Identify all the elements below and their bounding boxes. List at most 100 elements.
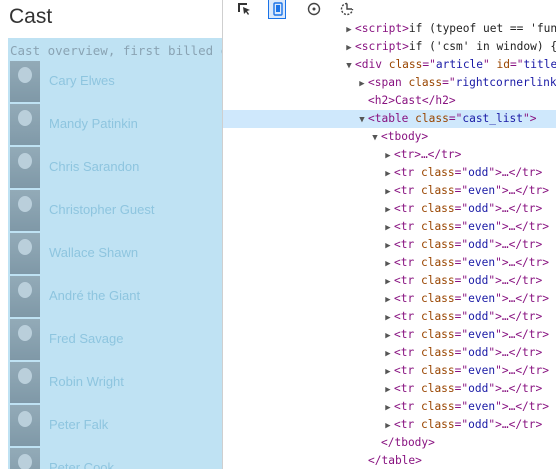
dom-node[interactable]: ▶ <tr class="even">…</tr> (223, 362, 556, 380)
attr-eq: =" (454, 310, 469, 323)
expand-closed-icon[interactable]: ▶ (382, 255, 394, 273)
dom-node[interactable]: </table> (223, 452, 556, 469)
dom-node[interactable]: ▶ <tr class="even">…</tr> (223, 254, 556, 272)
node-markup: </table> (368, 454, 422, 467)
actor-name-link[interactable]: Chris Sarandon (49, 159, 139, 174)
attr-value: article (435, 58, 484, 71)
attr-value: odd (468, 382, 489, 395)
node-tag: <tr (394, 292, 415, 305)
dom-node[interactable]: ▶ <tr class="odd">…</tr> (223, 236, 556, 254)
attr-name: class (420, 256, 455, 269)
attr-value: even (468, 400, 496, 413)
expand-closed-icon[interactable]: ▶ (382, 309, 394, 327)
memory-icon[interactable] (338, 0, 356, 18)
device-toolbar-icon[interactable] (268, 0, 286, 19)
actor-name-link[interactable]: Fred Savage (49, 331, 123, 346)
dom-node[interactable]: ▶<span class="rightcornerlink" (223, 74, 556, 92)
dom-node[interactable]: ▼<div class="article" id="title" (223, 56, 556, 74)
attr-name: class (420, 274, 455, 287)
dom-node[interactable]: ▶ <tr class="even">…</tr> (223, 182, 556, 200)
expand-open-icon[interactable]: ▼ (356, 111, 368, 129)
attr-quote: " (495, 256, 502, 269)
dom-node[interactable]: </tbody> (223, 434, 556, 452)
cast-row: Peter Falk (8, 405, 222, 448)
cast-row: Wallace Shawn (8, 233, 222, 276)
actor-photo[interactable] (10, 319, 40, 360)
expand-closed-icon[interactable]: ▶ (382, 363, 394, 381)
node-tag-close: >…</tr> (495, 310, 543, 323)
dom-node[interactable]: ▶ <tr class="odd">…</tr> (223, 272, 556, 290)
actor-photo[interactable] (10, 190, 40, 231)
actor-name-link[interactable]: Peter Cook (49, 460, 114, 469)
expand-closed-icon[interactable]: ▶ (382, 219, 394, 237)
dom-node[interactable]: ▶ <tr class="even">…</tr> (223, 398, 556, 416)
attr-value: even (468, 220, 496, 233)
expand-closed-icon[interactable]: ▶ (382, 345, 394, 363)
actor-name-link[interactable]: André the Giant (49, 288, 140, 303)
expand-closed-icon[interactable]: ▶ (382, 165, 394, 183)
attr-eq: =" (448, 112, 463, 125)
expand-closed-icon[interactable]: ▶ (382, 399, 394, 417)
dom-node[interactable]: ▼ <tbody> (223, 128, 556, 146)
dom-node[interactable]: ▶ <tr class="odd">…</tr> (223, 200, 556, 218)
attr-value: odd (468, 310, 489, 323)
expand-closed-icon[interactable]: ▶ (382, 183, 394, 201)
actor-name-link[interactable]: Wallace Shawn (49, 245, 138, 260)
expand-closed-icon[interactable]: ▶ (343, 39, 355, 57)
actor-name-link[interactable]: Mandy Patinkin (49, 116, 138, 131)
dom-node[interactable]: ▶ <tr class="odd">…</tr> (223, 416, 556, 434)
dom-node[interactable]: ▶ <tr class="even">…</tr> (223, 290, 556, 308)
dom-node-selected[interactable]: ▼ <table class="cast_list"> (223, 110, 556, 128)
expand-closed-icon[interactable]: ▶ (382, 237, 394, 255)
dom-node[interactable]: ▶ <tr class="odd">…</tr> (223, 164, 556, 182)
dom-node[interactable]: ▶ <script>if ('csm' in window) { (223, 38, 556, 56)
attr-name: class (420, 310, 455, 323)
attr-value: cast_list (462, 112, 523, 125)
expand-open-icon[interactable]: ▼ (369, 129, 381, 147)
expand-closed-icon[interactable]: ▶ (382, 201, 394, 219)
attr-name: class (420, 346, 455, 359)
expand-closed-icon[interactable]: ▶ (343, 21, 355, 39)
actor-name-link[interactable]: Peter Falk (49, 417, 108, 432)
actor-photo[interactable] (10, 276, 40, 317)
attr-value: odd (468, 166, 489, 179)
attr-quote: " (522, 112, 530, 125)
inspect-element-icon[interactable] (235, 0, 253, 18)
dom-node[interactable]: ▶ <tr class="even">…</tr> (223, 326, 556, 344)
dom-node[interactable]: ▶ <script>if (typeof uet == 'fun (223, 20, 556, 38)
actor-photo[interactable] (10, 405, 40, 446)
actor-photo[interactable] (10, 61, 40, 102)
attr-eq: =" (454, 328, 469, 341)
expand-closed-icon[interactable]: ▶ (356, 75, 368, 93)
node-markup: <tr>…</tr> (394, 148, 462, 161)
actor-name-link[interactable]: Robin Wright (49, 374, 124, 389)
performance-icon[interactable] (305, 0, 323, 18)
node-tag: <tr (394, 346, 415, 359)
attr-eq: =" (422, 58, 436, 71)
actor-photo[interactable] (10, 362, 40, 403)
node-tag-close: >…</tr> (495, 346, 543, 359)
expand-closed-icon[interactable]: ▶ (382, 147, 394, 165)
dom-node[interactable]: ▶ <tr class="odd">…</tr> (223, 344, 556, 362)
node-tag: <tr (394, 166, 415, 179)
dom-node[interactable]: ▶ <tr class="odd">…</tr> (223, 308, 556, 326)
expand-closed-icon[interactable]: ▶ (382, 381, 394, 399)
expand-closed-icon[interactable]: ▶ (382, 273, 394, 291)
actor-name-link[interactable]: Cary Elwes (49, 73, 115, 88)
actor-name-link[interactable]: Christopher Guest (49, 202, 155, 217)
dom-node[interactable]: ▶ <tr class="even">…</tr> (223, 218, 556, 236)
actor-photo[interactable] (10, 233, 40, 274)
actor-photo[interactable] (10, 448, 40, 469)
expand-closed-icon[interactable]: ▶ (382, 417, 394, 435)
attr-value: odd (468, 202, 489, 215)
expand-closed-icon[interactable]: ▶ (382, 291, 394, 309)
node-tag-close: >…</tr> (501, 184, 549, 197)
dom-node[interactable]: <h2>Cast</h2> (223, 92, 556, 110)
actor-photo[interactable] (10, 147, 40, 188)
expand-closed-icon[interactable]: ▶ (382, 327, 394, 345)
dom-node[interactable]: ▶ <tr>…</tr> (223, 146, 556, 164)
dom-node[interactable]: ▶ <tr class="odd">…</tr> (223, 380, 556, 398)
expand-open-icon[interactable]: ▼ (343, 57, 355, 75)
actor-photo[interactable] (10, 104, 40, 145)
attr-eq: =" (454, 292, 469, 305)
